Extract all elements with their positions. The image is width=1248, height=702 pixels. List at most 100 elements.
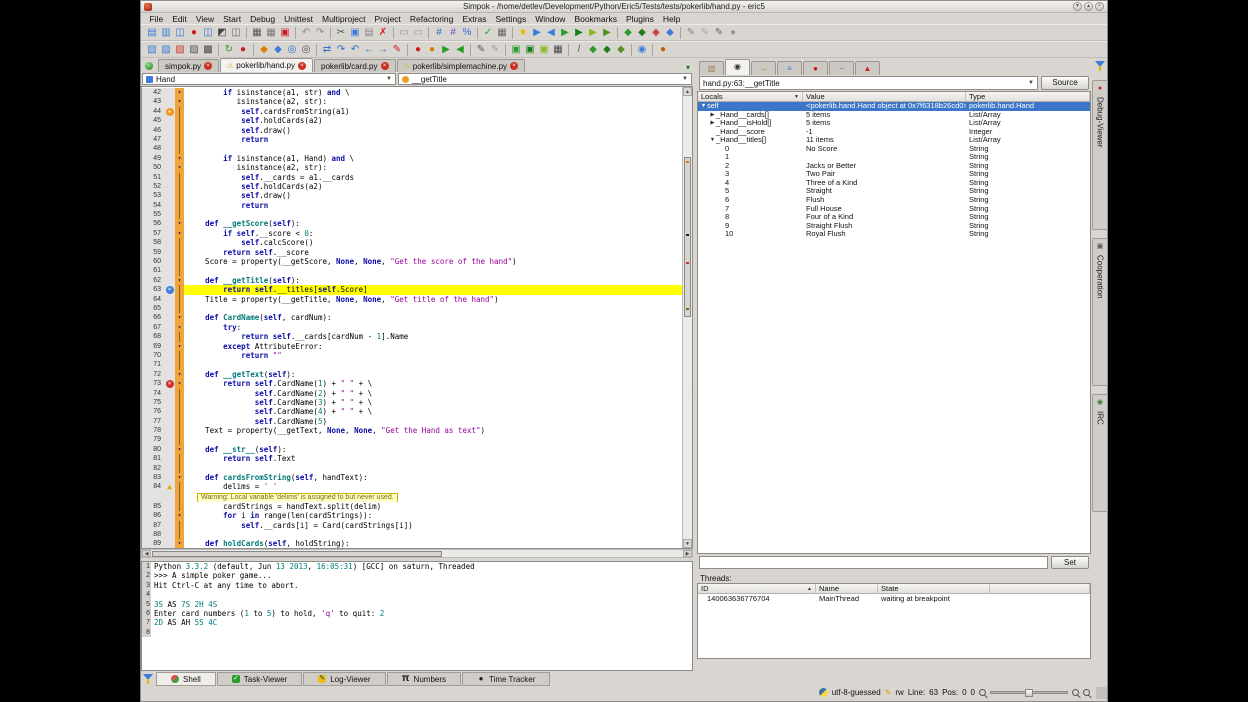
code-line[interactable]: 65 bbox=[142, 304, 682, 313]
fold-margin[interactable] bbox=[175, 173, 184, 182]
toolbar-bookmark-prev-button[interactable]: ◀ bbox=[544, 26, 558, 40]
side-tab-irc[interactable]: ◉IRC bbox=[1092, 394, 1108, 512]
fold-margin[interactable] bbox=[175, 482, 184, 491]
source-button[interactable]: Source bbox=[1041, 76, 1089, 90]
fold-margin[interactable] bbox=[175, 266, 184, 275]
toolbar-edit-1-button[interactable]: ✎ bbox=[684, 26, 698, 40]
close-tab-icon[interactable]: × bbox=[204, 62, 212, 70]
set-button[interactable]: Set bbox=[1051, 556, 1089, 569]
menu-bookmarks[interactable]: Bookmarks bbox=[570, 14, 622, 24]
marker-margin[interactable] bbox=[164, 201, 175, 210]
zoom-out-icon[interactable] bbox=[979, 689, 986, 696]
toolbar-window-layout-button[interactable]: ▦ bbox=[495, 26, 509, 40]
marker-margin[interactable] bbox=[164, 182, 175, 191]
fold-margin[interactable] bbox=[175, 135, 184, 144]
breakpoints-tab[interactable]: ● bbox=[803, 61, 828, 75]
fold-margin[interactable]: ▾ bbox=[175, 97, 184, 106]
class-selector[interactable]: Hand ▼ bbox=[142, 73, 396, 85]
titlebar[interactable]: Simpok - /home/detlev/Development/Python… bbox=[141, 1, 1107, 13]
filter-funnel-icon[interactable] bbox=[1095, 60, 1106, 72]
toolbar-documentation-button[interactable]: ◆ bbox=[663, 26, 677, 40]
locals-row[interactable]: 10Royal FlushString bbox=[698, 230, 1090, 239]
marker-margin[interactable] bbox=[164, 502, 175, 511]
fold-margin[interactable] bbox=[175, 464, 184, 473]
fold-margin[interactable] bbox=[175, 248, 184, 257]
toolbar-unittest-button[interactable]: ◆ bbox=[257, 43, 271, 57]
member-selector[interactable]: __getTitle ▼ bbox=[398, 73, 692, 85]
code-line[interactable]: 62▾ def __getTitle(self): bbox=[142, 276, 682, 285]
code-line[interactable]: 82 bbox=[142, 464, 682, 473]
zoom-slider[interactable] bbox=[990, 691, 1068, 694]
locals-row[interactable]: ▶_Hand__isHold[]5 itemsList/Array bbox=[698, 119, 1090, 128]
shell-line[interactable]: 1Python 3.3.2 (default, Jun 13 2013, 16:… bbox=[142, 562, 692, 571]
marker-margin[interactable] bbox=[164, 257, 175, 266]
marker-margin[interactable] bbox=[164, 323, 175, 332]
marker-margin[interactable] bbox=[164, 304, 175, 313]
code-line[interactable]: 81 return self.Text bbox=[142, 454, 682, 463]
exceptions-tab[interactable]: ▲ bbox=[855, 61, 880, 75]
code-line[interactable]: 75 self.CardName(3) + " " + \ bbox=[142, 398, 682, 407]
toolbar-bug-web-button[interactable]: ◆ bbox=[614, 43, 628, 57]
shell-pane[interactable]: 1Python 3.3.2 (default, Jun 13 2013, 16:… bbox=[141, 561, 693, 671]
close-tab-icon[interactable]: × bbox=[381, 62, 389, 70]
toolbar-syntax-check-button[interactable]: ✓ bbox=[481, 26, 495, 40]
marker-margin[interactable] bbox=[164, 360, 175, 369]
fold-margin[interactable]: ▾ bbox=[175, 539, 184, 548]
editor-horizontal-scrollbar[interactable]: ◀ ▶ bbox=[141, 549, 693, 558]
fold-margin[interactable]: ▾ bbox=[175, 276, 184, 285]
locals-row[interactable]: 4Three of a KindString bbox=[698, 179, 1090, 188]
toolbar-step-into-button[interactable]: ↷ bbox=[334, 43, 348, 57]
menu-unittest[interactable]: Unittest bbox=[280, 14, 318, 24]
fold-margin[interactable] bbox=[175, 285, 184, 294]
toolbar-search-files-button[interactable]: ◎ bbox=[299, 43, 313, 57]
marker-margin[interactable] bbox=[164, 88, 175, 97]
code-line[interactable]: 47 return bbox=[142, 135, 682, 144]
marker-margin[interactable]: × bbox=[164, 379, 175, 388]
toolbar-bug-report-button[interactable]: ◆ bbox=[586, 43, 600, 57]
locals-row[interactable]: 1String bbox=[698, 153, 1090, 162]
marker-margin[interactable]: × bbox=[164, 285, 175, 294]
fold-margin[interactable] bbox=[175, 407, 184, 416]
shell-line[interactable]: 6Enter card numbers (1 to 5) to hold, 'q… bbox=[142, 609, 692, 618]
expander-icon[interactable]: ▼ bbox=[709, 136, 716, 145]
toolbar-paste-button[interactable]: ▤ bbox=[362, 26, 376, 40]
fold-margin[interactable] bbox=[175, 191, 184, 200]
fold-margin[interactable]: ▾ bbox=[175, 445, 184, 454]
toolbar-save-all-button[interactable]: ◫ bbox=[229, 26, 243, 40]
marker-margin[interactable] bbox=[164, 97, 175, 106]
column-header-value[interactable]: Value bbox=[803, 92, 966, 101]
toolbar-step-out-button[interactable]: ← bbox=[362, 43, 376, 57]
code-line[interactable]: 83▾ def cardsFromString(self, handText): bbox=[142, 473, 682, 482]
toolbar-stop-button[interactable]: ● bbox=[236, 43, 250, 57]
side-tab-cooperation[interactable]: ▣Cooperation bbox=[1092, 238, 1108, 386]
marker-margin[interactable] bbox=[164, 191, 175, 200]
bottom-tab-numbers[interactable]: πNumbers bbox=[387, 672, 461, 686]
locals-row[interactable]: 2Jacks or BetterString bbox=[698, 162, 1090, 171]
fold-margin[interactable] bbox=[175, 454, 184, 463]
column-header-locals[interactable]: Locals▼ bbox=[698, 92, 803, 101]
zoom-slider-thumb[interactable] bbox=[1025, 689, 1033, 697]
toolbar-diagonal-tool-button[interactable]: / bbox=[572, 43, 586, 57]
minimize-button[interactable]: ▾ bbox=[1073, 2, 1082, 11]
toolbar-coverage-button[interactable]: ◆ bbox=[635, 26, 649, 40]
watchpoints-tab[interactable]: ·· bbox=[829, 61, 854, 75]
code-line[interactable]: 88 bbox=[142, 530, 682, 539]
toolbar-project-props-button[interactable]: ▩ bbox=[201, 43, 215, 57]
fold-margin[interactable] bbox=[175, 426, 184, 435]
locals-row[interactable]: _Hand__score-1Integer bbox=[698, 128, 1090, 137]
marker-margin[interactable] bbox=[164, 464, 175, 473]
shell-line[interactable]: 3Hit Ctrl-C at any time to abort. bbox=[142, 581, 692, 590]
code-line[interactable]: 58 self.calcScore() bbox=[142, 238, 682, 247]
fold-margin[interactable]: ▾ bbox=[175, 511, 184, 520]
fold-margin[interactable]: ▾ bbox=[175, 88, 184, 97]
marker-margin[interactable] bbox=[164, 219, 175, 228]
fold-margin[interactable] bbox=[175, 201, 184, 210]
fold-margin[interactable]: ▾ bbox=[175, 229, 184, 238]
code-editor[interactable]: 42▾ if isinstance(a1, str) and \43▾ isin… bbox=[141, 86, 693, 549]
fold-margin[interactable] bbox=[175, 389, 184, 398]
variables-filter-input[interactable] bbox=[699, 556, 1048, 569]
fold-margin[interactable] bbox=[175, 398, 184, 407]
code-line[interactable]: 76 self.CardName(4) + " " + \ bbox=[142, 407, 682, 416]
toolbar-tools-3-button[interactable]: ▣ bbox=[537, 43, 551, 57]
marker-margin[interactable] bbox=[164, 398, 175, 407]
